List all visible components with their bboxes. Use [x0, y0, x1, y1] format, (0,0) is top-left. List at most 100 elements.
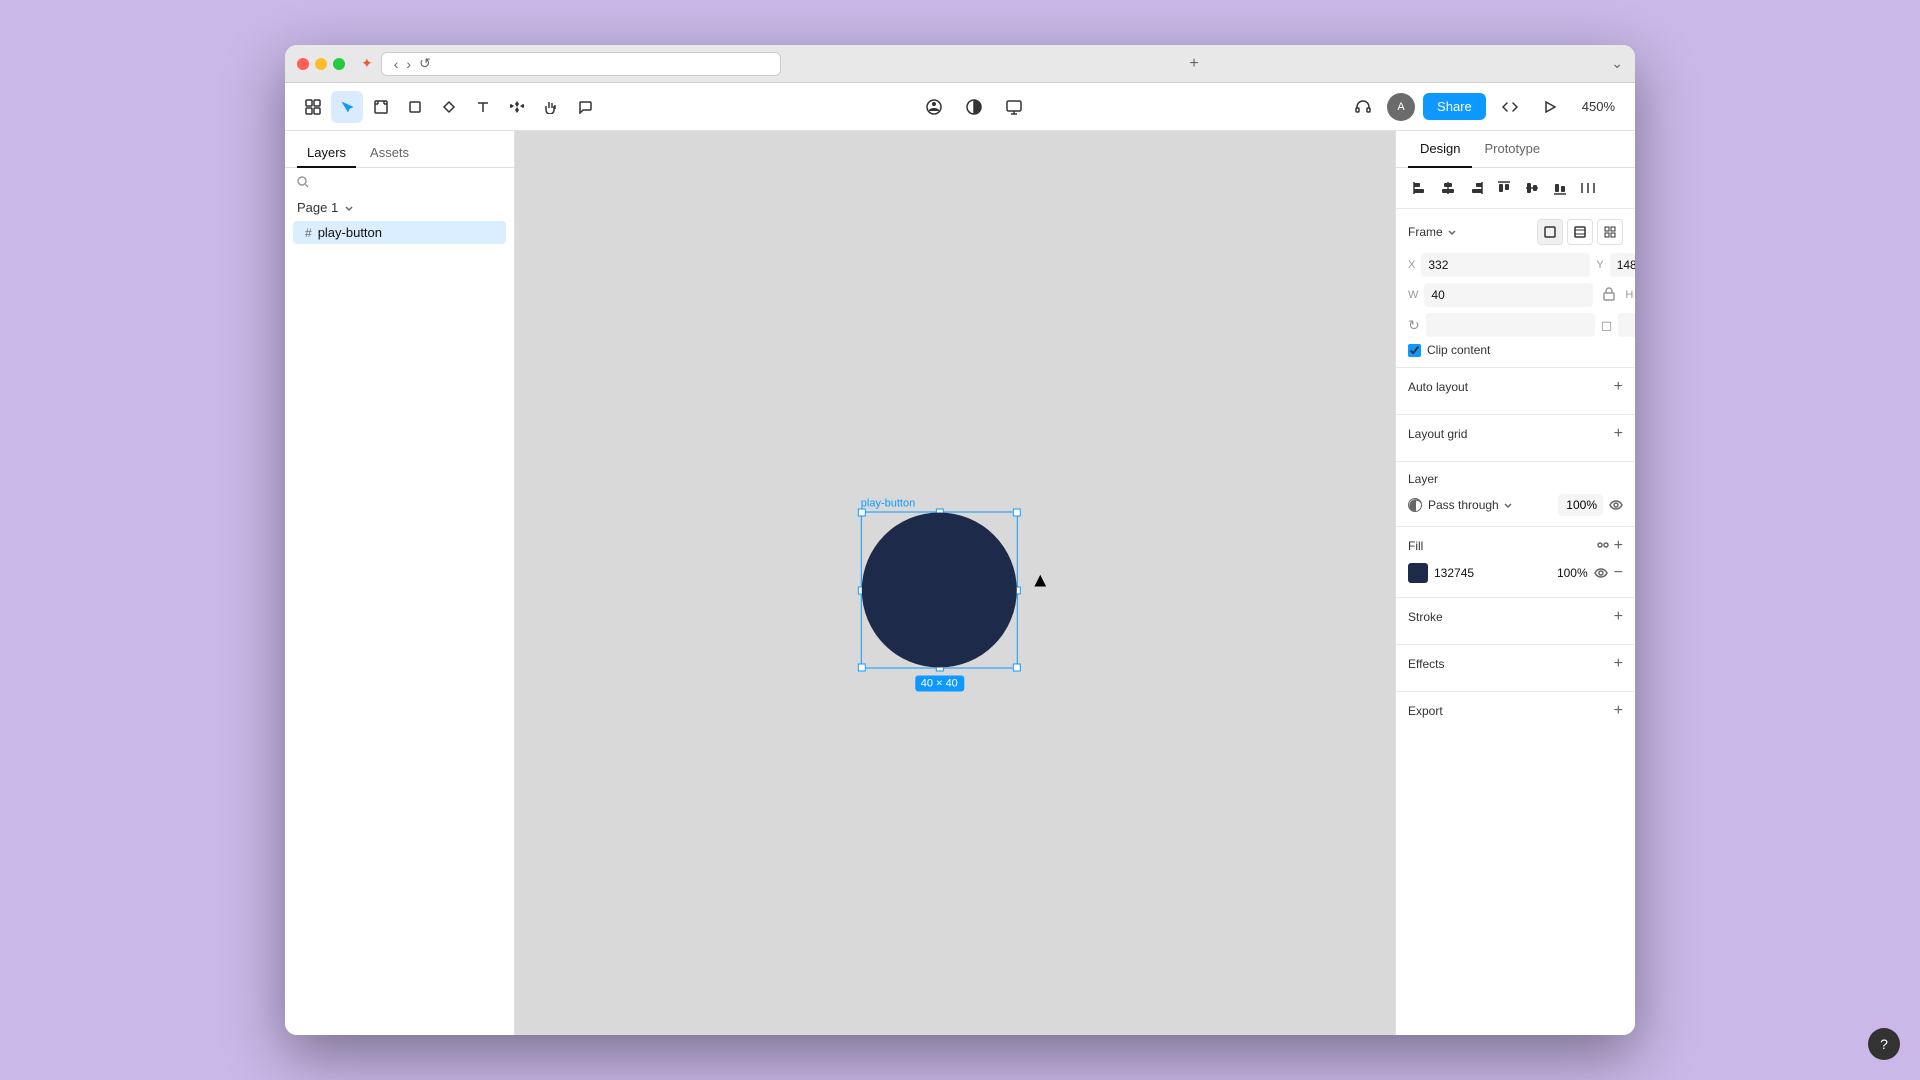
circle-element: [862, 513, 1017, 668]
tool-pen[interactable]: [433, 91, 465, 123]
align-middle-v[interactable]: [1520, 176, 1544, 200]
constrain-proportions[interactable]: [1599, 287, 1619, 304]
tool-headphones[interactable]: [1347, 91, 1379, 123]
rotation-input[interactable]: 0°: [1426, 313, 1595, 337]
blend-mode-dropdown[interactable]: Pass through: [1428, 498, 1552, 512]
layer-frame-icon: #: [305, 226, 312, 240]
corner-label: ◻: [1601, 317, 1613, 334]
clip-content-row: Clip content: [1408, 343, 1623, 357]
tool-theme[interactable]: [958, 91, 990, 123]
frame-type-auto[interactable]: [1567, 219, 1593, 245]
tool-present[interactable]: [998, 91, 1030, 123]
tool-comment[interactable]: [569, 91, 601, 123]
fill-hex-value[interactable]: 132745: [1434, 566, 1546, 580]
x-input[interactable]: [1421, 253, 1590, 277]
chevron-down-icon: [344, 203, 354, 213]
canvas[interactable]: play-button 40 × 40 ▲: [515, 131, 1395, 1035]
effects-section-header: Effects +: [1408, 655, 1623, 673]
figma-icon: ✦: [361, 55, 373, 72]
blend-chevron-icon: [1503, 500, 1513, 510]
size-label: 40 × 40: [915, 676, 964, 692]
fill-remove[interactable]: −: [1614, 564, 1623, 582]
export-section: Export +: [1396, 691, 1635, 738]
corner-input[interactable]: 100: [1618, 313, 1635, 337]
page-selector[interactable]: Page 1: [285, 196, 514, 219]
effects-add[interactable]: +: [1614, 655, 1623, 673]
handle-top-right[interactable]: [1013, 509, 1021, 517]
tool-component[interactable]: [501, 91, 533, 123]
help-button[interactable]: ?: [1868, 1028, 1900, 1060]
auto-layout-section: Auto layout +: [1396, 367, 1635, 414]
align-bottom[interactable]: [1548, 176, 1572, 200]
nav-forward[interactable]: ›: [402, 54, 415, 74]
close-button[interactable]: [297, 58, 309, 70]
w-label: W: [1408, 289, 1418, 301]
selection-box[interactable]: 40 × 40: [861, 512, 1018, 669]
play-button[interactable]: [1534, 91, 1566, 123]
tab-layers[interactable]: Layers: [297, 139, 356, 168]
nav-reload[interactable]: ↺: [415, 53, 435, 74]
tool-text[interactable]: [467, 91, 499, 123]
page-name: Page 1: [297, 200, 338, 215]
layer-visibility-toggle[interactable]: [1609, 498, 1623, 513]
titlebar: ✦ ‹ › ↺ + ⌄: [285, 45, 1635, 83]
url-bar[interactable]: ‹ › ↺: [381, 52, 781, 76]
layout-grid-add[interactable]: +: [1614, 425, 1623, 443]
stroke-section-header: Stroke +: [1408, 608, 1623, 626]
layer-item-play-button[interactable]: # play-button: [293, 221, 506, 244]
user-avatar[interactable]: A: [1387, 93, 1415, 121]
stroke-add[interactable]: +: [1614, 608, 1623, 626]
tool-multiplayer[interactable]: [918, 91, 950, 123]
tool-grid[interactable]: [297, 91, 329, 123]
share-button[interactable]: Share: [1423, 93, 1486, 120]
handle-bottom-left[interactable]: [858, 664, 866, 672]
auto-layout-header: Auto layout +: [1408, 378, 1623, 396]
tab-design[interactable]: Design: [1408, 131, 1472, 168]
align-top[interactable]: [1492, 176, 1516, 200]
fill-adjust-btn[interactable]: [1596, 537, 1610, 555]
new-tab-button[interactable]: +: [785, 55, 1604, 73]
tool-frame[interactable]: [365, 91, 397, 123]
export-label: Export: [1408, 704, 1443, 718]
align-left[interactable]: [1408, 176, 1432, 200]
tab-prototype[interactable]: Prototype: [1472, 131, 1552, 168]
layout-grid-section: Layout grid +: [1396, 414, 1635, 461]
fill-visibility-toggle[interactable]: [1594, 566, 1608, 581]
blend-mode-label: Pass through: [1428, 498, 1499, 512]
tab-bar: ‹ › ↺ +: [381, 52, 1604, 76]
handle-bottom-right[interactable]: [1013, 664, 1021, 672]
clip-content-checkbox[interactable]: [1408, 344, 1421, 357]
opacity-input[interactable]: [1558, 494, 1603, 516]
fill-section: Fill + 132745 100% −: [1396, 526, 1635, 597]
y-input[interactable]: [1610, 253, 1635, 277]
maximize-button[interactable]: [333, 58, 345, 70]
minimize-button[interactable]: [315, 58, 327, 70]
nav-back[interactable]: ‹: [390, 54, 403, 74]
frame-section-header: Frame: [1408, 219, 1623, 245]
align-right[interactable]: [1464, 176, 1488, 200]
blend-mode-icon: [1408, 498, 1422, 512]
rotation-label: ↻: [1408, 317, 1420, 334]
w-input[interactable]: [1424, 283, 1593, 307]
code-view-button[interactable]: [1494, 91, 1526, 123]
fill-color-swatch[interactable]: [1408, 563, 1428, 583]
frame-type-buttons: [1537, 219, 1623, 245]
left-panel: Layers Assets Page 1 # play-button: [285, 131, 515, 1035]
zoom-level[interactable]: 450%: [1574, 95, 1623, 118]
auto-layout-add[interactable]: +: [1614, 378, 1623, 396]
export-add[interactable]: +: [1614, 702, 1623, 720]
frame-type-vertical[interactable]: [1537, 219, 1563, 245]
fill-add[interactable]: +: [1614, 537, 1623, 555]
traffic-lights: [297, 58, 345, 70]
tool-shape[interactable]: [399, 91, 431, 123]
effects-section: Effects +: [1396, 644, 1635, 691]
distribute[interactable]: [1576, 176, 1600, 200]
align-center-h[interactable]: [1436, 176, 1460, 200]
frame-grid-btn[interactable]: [1597, 219, 1623, 245]
tool-select[interactable]: [331, 91, 363, 123]
tool-hand[interactable]: [535, 91, 567, 123]
tab-assets[interactable]: Assets: [360, 139, 419, 168]
fill-opacity-value[interactable]: 100%: [1552, 566, 1588, 580]
expand-button[interactable]: ⌄: [1611, 55, 1623, 72]
handle-top-left[interactable]: [858, 509, 866, 517]
